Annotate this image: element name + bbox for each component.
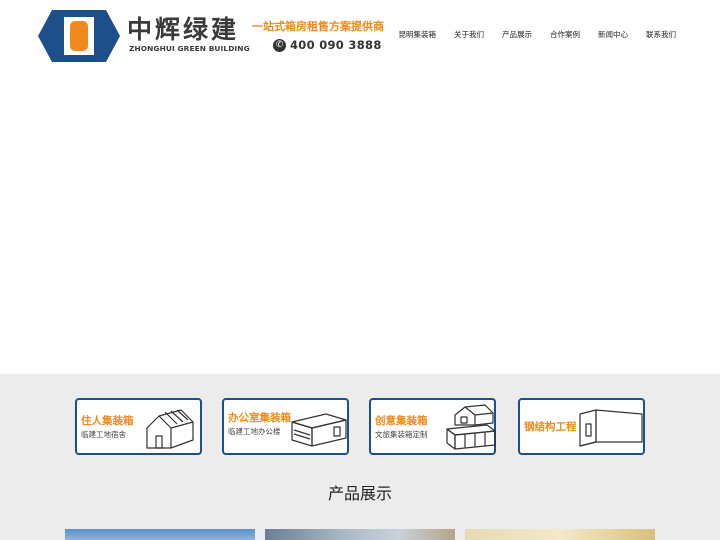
steel-structure-icon bbox=[579, 409, 643, 447]
brand-name-cn: 中辉绿建 bbox=[127, 15, 240, 44]
brand-name-en: ZHONGHUI GREEN BUILDING bbox=[129, 44, 250, 53]
phone-block: ✆ 400 090 3888 bbox=[273, 37, 382, 53]
category-title: 钢结构工程 bbox=[524, 421, 577, 433]
category-title: 办公室集装箱 bbox=[228, 412, 291, 424]
products-section-title: 产品展示 bbox=[327, 484, 392, 503]
office-container-icon bbox=[291, 413, 347, 447]
category-card-creative[interactable]: 创意集装箱 文旅集装箱定制 bbox=[369, 398, 496, 455]
category-subtitle: 文旅集装箱定制 bbox=[375, 430, 428, 439]
nav-item-kunming-container[interactable]: 昆明集装箱 bbox=[399, 30, 437, 40]
category-section: 住人集装箱 临建工地宿舍 办公室集装箱 临建工地办公楼 创意集装箱 文旅集装箱定… bbox=[0, 374, 720, 540]
category-title: 创意集装箱 bbox=[375, 415, 428, 427]
category-card-steel[interactable]: 钢结构工程 bbox=[518, 398, 645, 455]
nav-item-cases[interactable]: 合作案例 bbox=[550, 30, 580, 40]
site-header: 中辉绿建 ZHONGHUI GREEN BUILDING 一站式箱房租售方案提供… bbox=[0, 0, 720, 72]
nav-item-news[interactable]: 新闻中心 bbox=[598, 30, 628, 40]
house-icon bbox=[146, 409, 194, 449]
phone-number: 400 090 3888 bbox=[290, 38, 382, 52]
logo-icon[interactable] bbox=[38, 10, 120, 62]
category-subtitle: 临建工地宿舍 bbox=[81, 430, 126, 439]
slogan: 一站式箱房租售方案提供商 bbox=[252, 20, 384, 33]
product-thumbnail[interactable] bbox=[265, 529, 455, 540]
nav-item-products[interactable]: 产品展示 bbox=[502, 30, 532, 40]
product-thumbnail[interactable] bbox=[65, 529, 255, 540]
category-subtitle: 临建工地办公楼 bbox=[228, 427, 281, 436]
main-nav: 昆明集装箱 关于我们 产品展示 合作案例 新闻中心 联系我们 bbox=[399, 30, 677, 40]
product-thumbnail[interactable] bbox=[465, 529, 655, 540]
category-card-office[interactable]: 办公室集装箱 临建工地办公楼 bbox=[222, 398, 349, 455]
nav-item-about[interactable]: 关于我们 bbox=[454, 30, 484, 40]
nav-item-contact[interactable]: 联系我们 bbox=[646, 30, 676, 40]
category-card-residential[interactable]: 住人集装箱 临建工地宿舍 bbox=[75, 398, 202, 455]
category-title: 住人集装箱 bbox=[81, 415, 134, 427]
creative-container-icon bbox=[446, 404, 496, 450]
phone-icon: ✆ bbox=[273, 38, 286, 52]
hero-banner bbox=[0, 72, 720, 374]
